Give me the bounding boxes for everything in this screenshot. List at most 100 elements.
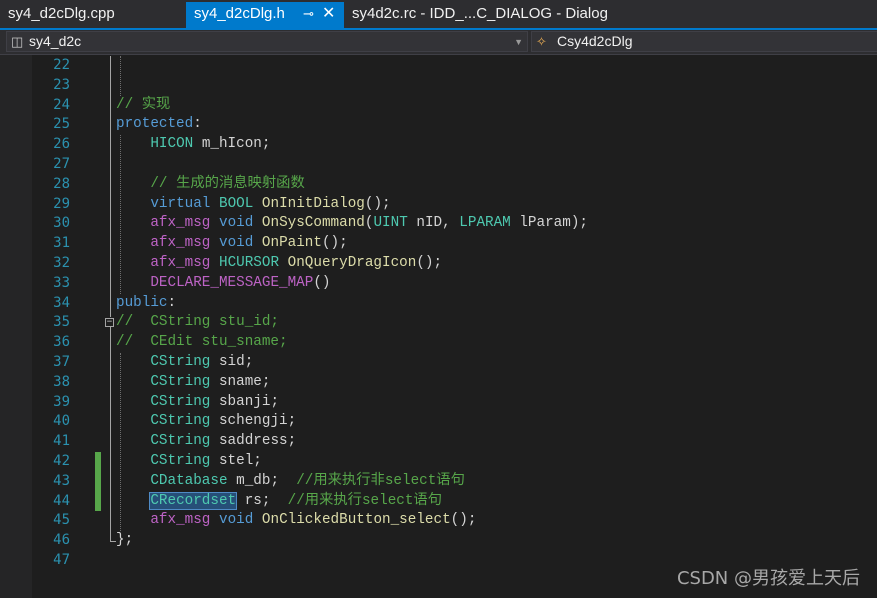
code-text: CDatabase m_db; //用来执行非select语句 (150, 472, 465, 489)
code-text: protected: (116, 116, 202, 133)
code-line[interactable]: 25 protected: (0, 115, 877, 135)
line-number: 22 (53, 57, 70, 73)
line-number: 26 (53, 136, 70, 153)
line-number: 42 (53, 453, 70, 469)
tab-label: sy4d2c.rc - IDD_...C_DIALOG - Dialog (352, 5, 608, 22)
code-text: CString sname; (150, 373, 271, 390)
indent-guide (120, 56, 121, 96)
tab-sy4d2c-rc-dialog[interactable]: sy4d2c.rc - IDD_...C_DIALOG - Dialog (344, 2, 644, 28)
tab-label: sy4_d2cDlg.h (194, 5, 285, 22)
tab-sy4-d2cdlg-cpp[interactable]: sy4_d2cDlg.cpp (0, 2, 184, 28)
code-line[interactable]: 28 // 生成的消息映射函数 (0, 175, 877, 195)
code-text: HICON m_hIcon; (150, 136, 271, 153)
code-text: CRecordset rs; //用来执行select语句 (149, 491, 443, 510)
code-line[interactable]: 38 CString sname; (0, 373, 877, 393)
code-text: CString sid; (150, 354, 254, 370)
line-number: 33 (53, 274, 70, 291)
code-text: afx_msg void OnSysCommand(UINT nID, LPAR… (150, 215, 588, 232)
line-number: 30 (53, 215, 70, 232)
line-number: 25 (53, 116, 70, 133)
code-text: afx_msg void OnPaint(); (150, 235, 348, 252)
line-number: 46 (53, 532, 70, 549)
watermark: CSDN @男孩爱上天后 (676, 568, 860, 589)
code-line[interactable]: 23 (0, 76, 877, 96)
code-line[interactable]: 37 CString sid; (0, 353, 877, 373)
code-line[interactable]: 40 CString schengji; (0, 412, 877, 432)
code-line[interactable]: 29 virtual BOOL OnInitDialog(); (0, 195, 877, 215)
change-marker (95, 452, 101, 472)
line-number: 43 (53, 472, 70, 489)
line-number: 39 (53, 393, 70, 410)
collapse-toggle-icon[interactable]: − (105, 318, 114, 328)
code-line[interactable]: 33 DECLARE_MESSAGE_MAP() (0, 274, 877, 294)
outline-line (110, 327, 111, 542)
code-line[interactable]: 22 (0, 56, 877, 76)
document-tab-strip: sy4_d2cDlg.cpp sy4_d2cDlg.h ⊸ ✕ sy4d2c.r… (0, 0, 877, 28)
code-text: // CEdit stu_sname; (116, 334, 288, 351)
line-number: 27 (53, 156, 70, 172)
member-scope-dropdown[interactable]: ✧ Csy4d2cDlg (531, 31, 877, 52)
code-editor[interactable]: 22 23 24 // 实现 25 protected: 26 HICON m_hIcon;… (0, 55, 877, 598)
line-number: 41 (53, 433, 70, 450)
code-text: CString stel; (150, 453, 262, 469)
code-line[interactable]: 24 // 实现 (0, 96, 877, 116)
code-text: afx_msg HCURSOR OnQueryDragIcon(); (150, 255, 443, 271)
code-text: // 生成的消息映射函数 (150, 175, 305, 192)
line-number: 32 (53, 255, 70, 271)
code-line[interactable]: 31 afx_msg void OnPaint(); (0, 234, 877, 254)
chevron-down-icon[interactable]: ▼ (514, 33, 523, 52)
code-line[interactable]: 43 CDatabase m_db; //用来执行非select语句 (0, 471, 877, 492)
line-number: 34 (53, 294, 70, 311)
code-text: // 实现 (116, 96, 171, 113)
line-number: 45 (53, 512, 70, 529)
code-text: }; (116, 532, 134, 549)
change-marker (95, 491, 101, 512)
project-scope-label: sy4_d2c (29, 33, 82, 49)
line-number: 35 (53, 314, 70, 331)
tab-sy4-d2cdlg-h[interactable]: sy4_d2cDlg.h ⊸ ✕ (186, 2, 344, 28)
code-text: CString schengji; (150, 413, 297, 430)
code-line[interactable]: 41 CString saddress; (0, 432, 877, 452)
line-number: 44 (53, 492, 70, 509)
code-line[interactable]: 26 HICON m_hIcon; (0, 135, 877, 155)
code-text: virtual BOOL OnInitDialog(); (150, 195, 391, 212)
indent-guide (120, 135, 121, 294)
line-number: 28 (53, 175, 70, 192)
code-line[interactable]: 45 afx_msg void OnClickedButton_select()… (0, 511, 877, 531)
code-text: CString sbanji; (150, 393, 280, 410)
code-line[interactable]: 36 // CEdit stu_sname; (0, 333, 877, 353)
pin-icon[interactable]: ⊸ (303, 2, 314, 26)
change-marker (95, 471, 101, 492)
navigation-bar: ◫ sy4_d2c ▼ ✧ Csy4d2cDlg (0, 30, 877, 54)
code-text: DECLARE_MESSAGE_MAP() (150, 274, 331, 291)
code-line[interactable]: 39 CString sbanji; (0, 393, 877, 413)
code-line[interactable]: 46}; (0, 531, 877, 551)
line-number: 47 (53, 552, 70, 568)
code-line[interactable]: 44 CRecordset rs; //用来执行select语句 (0, 491, 877, 512)
code-text: afx_msg void OnClickedButton_select(); (150, 512, 477, 529)
line-number: 36 (53, 334, 70, 351)
line-number: 40 (53, 413, 70, 430)
code-line[interactable]: 42 CString stel; (0, 452, 877, 472)
outline-line (110, 56, 111, 318)
close-icon[interactable]: ✕ (322, 2, 335, 26)
code-line[interactable]: 30 afx_msg void OnSysCommand(UINT nID, L… (0, 214, 877, 234)
indent-guide (120, 353, 121, 532)
code-line[interactable]: 32 afx_msg HCURSOR OnQueryDragIcon(); (0, 254, 877, 274)
code-text: public: (116, 294, 177, 311)
line-number: 29 (53, 195, 70, 212)
project-scope-dropdown[interactable]: ◫ sy4_d2c ▼ (6, 31, 528, 52)
code-line[interactable]: 34 public: (0, 294, 877, 314)
line-number: 37 (53, 354, 70, 370)
line-number: 23 (53, 76, 70, 93)
member-scope-label: Csy4d2cDlg (557, 33, 633, 49)
line-number: 38 (53, 373, 70, 390)
code-line[interactable]: 27 (0, 155, 877, 175)
code-line[interactable]: 35 // CString stu_id; (0, 313, 877, 333)
line-number: 31 (53, 235, 70, 252)
project-icon: ◫ (11, 34, 24, 49)
class-icon: ✧ (536, 34, 547, 49)
tab-label: sy4_d2cDlg.cpp (8, 5, 115, 22)
code-text: // CString stu_id; (116, 314, 280, 331)
line-number: 24 (53, 96, 70, 113)
